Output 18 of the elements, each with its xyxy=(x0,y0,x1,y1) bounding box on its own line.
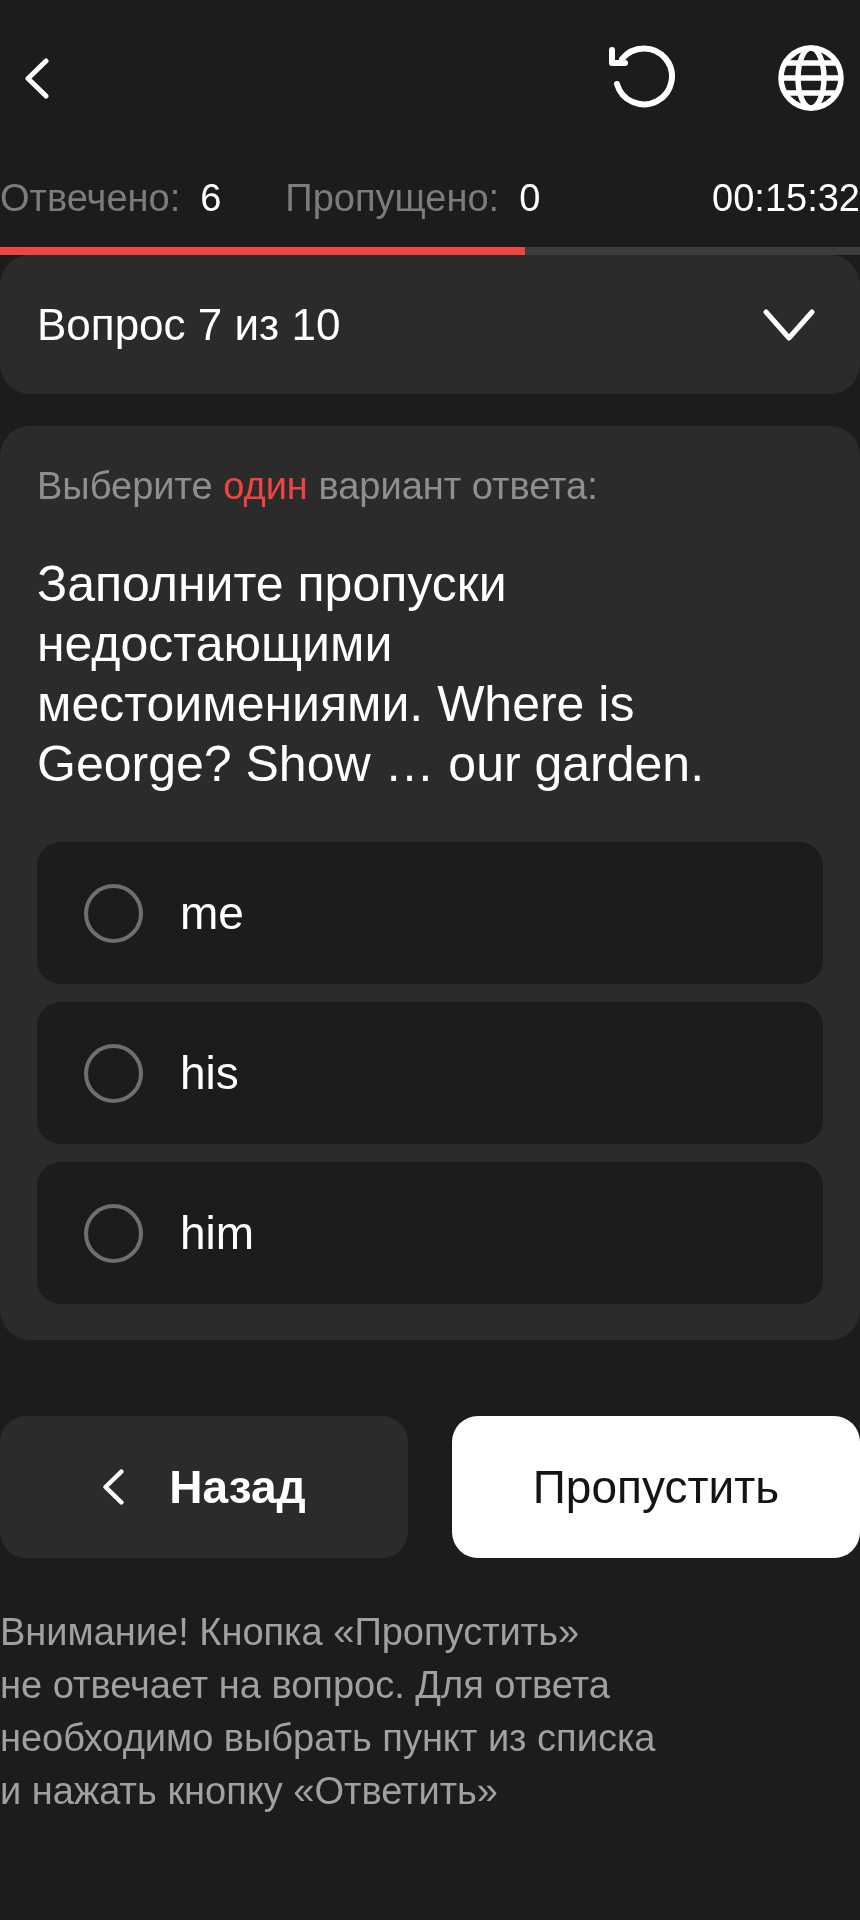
globe-icon[interactable] xyxy=(777,44,845,112)
skip-button[interactable]: Пропустить xyxy=(452,1416,860,1558)
warning-text: Внимание! Кнопка «Пропустить» не отвечает на вопрос. Для ответа необходимо выбрать пункт из списка и нажать кнопку «Ответить» xyxy=(0,1610,657,1814)
stat-value: 6 xyxy=(200,176,222,221)
refresh-icon[interactable] xyxy=(608,45,675,111)
answer-option[interactable]: him xyxy=(37,1162,823,1304)
answer-option[interactable]: me xyxy=(37,842,823,984)
question-text: Заполните пропуски недостающими местоимениями. Where is George? Show … our garden. xyxy=(37,555,706,794)
timer: 00:15:32 xyxy=(712,176,860,221)
chevron-left-icon xyxy=(102,1467,125,1507)
instruction-text: Выберите один вариант ответа: xyxy=(37,464,599,509)
chevron-left-icon[interactable] xyxy=(24,57,49,99)
answer-option[interactable]: his xyxy=(37,1002,823,1144)
back-button[interactable]: Назад xyxy=(0,1416,408,1558)
stat-label: Отвечено: xyxy=(0,176,181,221)
stat-value: 0 xyxy=(519,176,541,221)
question-dropdown[interactable]: Вопрос 7 из 10 xyxy=(0,255,860,394)
stat-label: Пропущено: xyxy=(285,176,500,221)
